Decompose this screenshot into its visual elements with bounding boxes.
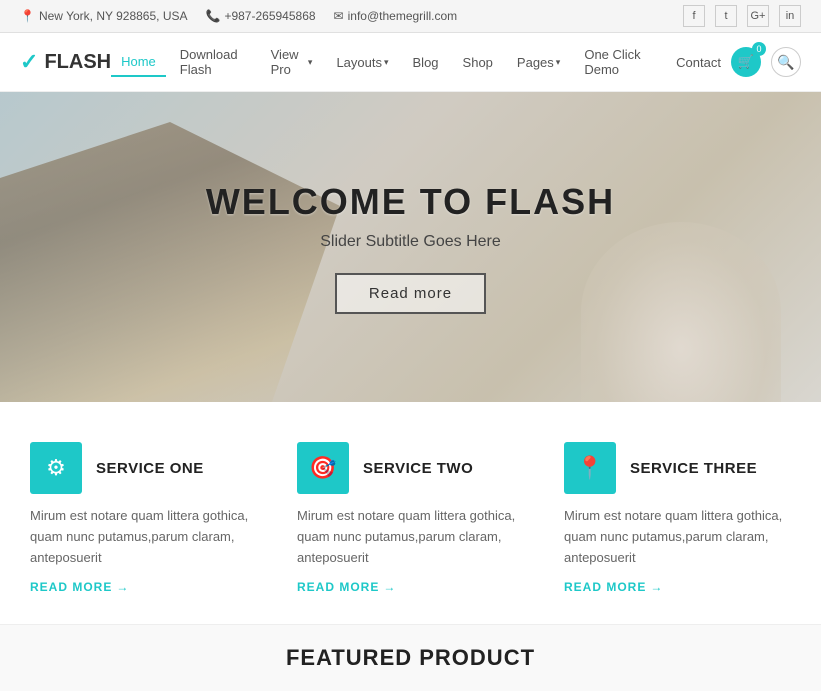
nav-item-download[interactable]: Download Flash: [170, 41, 257, 83]
nav-item-home[interactable]: Home: [111, 48, 166, 77]
hero-section: WELCOME TO FLASH Slider Subtitle Goes He…: [0, 92, 821, 402]
hero-title: WELCOME TO FLASH: [206, 181, 615, 223]
service-link-1[interactable]: READ MORE →: [30, 580, 257, 594]
chevron-down-icon: ▾: [556, 57, 561, 68]
arrow-right-icon: →: [650, 580, 663, 594]
service-desc-1: Mirum est notare quam littera gothica, q…: [30, 506, 257, 568]
topbar-location: 📍 New York, NY 928865, USA: [20, 9, 188, 23]
service-item-1: ⚙ SERVICE ONE Mirum est notare quam litt…: [30, 442, 257, 594]
arrow-right-icon: →: [383, 580, 396, 594]
chevron-down-icon: ▾: [308, 57, 313, 68]
main-nav: Home Download Flash View Pro ▾ Layouts ▾…: [111, 41, 731, 83]
logo[interactable]: ✓ FLASH: [20, 49, 111, 75]
nav-item-pages[interactable]: Pages ▾: [507, 49, 570, 76]
nav-item-layouts[interactable]: Layouts ▾: [326, 49, 398, 76]
cart-badge: 0: [752, 42, 766, 56]
nav-item-oneclickdemo[interactable]: One Click Demo: [574, 41, 662, 83]
service-header-2: 🎯 SERVICE TWO: [297, 442, 524, 494]
hero-content: WELCOME TO FLASH Slider Subtitle Goes He…: [206, 181, 615, 314]
email-icon: ✉: [334, 9, 344, 23]
topbar: 📍 New York, NY 928865, USA 📞 +987-265945…: [0, 0, 821, 33]
topbar-email: ✉ info@themegrill.com: [334, 9, 458, 23]
cart-button[interactable]: 🛒 0: [731, 47, 761, 77]
header: ✓ FLASH Home Download Flash View Pro ▾ L…: [0, 33, 821, 92]
service-link-2[interactable]: READ MORE →: [297, 580, 524, 594]
hero-read-more-button[interactable]: Read more: [335, 273, 486, 314]
search-button[interactable]: 🔍: [771, 47, 801, 77]
featured-section-title: FEATURED PRODUCT: [30, 645, 791, 671]
phone-icon: 📞: [206, 9, 221, 23]
topbar-contact: 📍 New York, NY 928865, USA 📞 +987-265945…: [20, 9, 457, 23]
logo-text: FLASH: [44, 51, 111, 74]
service-header-1: ⚙ SERVICE ONE: [30, 442, 257, 494]
social-links: f t G+ in: [683, 5, 801, 27]
service-header-3: 📍 SERVICE THREE: [564, 442, 791, 494]
topbar-phone: 📞 +987-265945868: [206, 9, 316, 23]
nav-item-blog[interactable]: Blog: [403, 49, 449, 76]
hero-subtitle: Slider Subtitle Goes Here: [206, 233, 615, 251]
service-link-3[interactable]: READ MORE →: [564, 580, 791, 594]
service-desc-3: Mirum est notare quam littera gothica, q…: [564, 506, 791, 568]
header-actions: 🛒 0 🔍: [731, 47, 801, 77]
linkedin-icon[interactable]: in: [779, 5, 801, 27]
service-icon-3: 📍: [564, 442, 616, 494]
nav-item-shop[interactable]: Shop: [453, 49, 503, 76]
arrow-right-icon: →: [116, 580, 129, 594]
location-icon: 📍: [20, 9, 35, 23]
nav-item-viewpro[interactable]: View Pro ▾: [261, 41, 323, 83]
service-title-1: SERVICE ONE: [96, 460, 204, 477]
googleplus-icon[interactable]: G+: [747, 5, 769, 27]
service-icon-1: ⚙: [30, 442, 82, 494]
service-title-2: SERVICE TWO: [363, 460, 473, 477]
service-icon-2: 🎯: [297, 442, 349, 494]
chevron-down-icon: ▾: [384, 57, 389, 68]
service-item-2: 🎯 SERVICE TWO Mirum est notare quam litt…: [297, 442, 524, 594]
twitter-icon[interactable]: t: [715, 5, 737, 27]
service-item-3: 📍 SERVICE THREE Mirum est notare quam li…: [564, 442, 791, 594]
services-section: ⚙ SERVICE ONE Mirum est notare quam litt…: [0, 402, 821, 624]
nav-item-contact[interactable]: Contact: [666, 49, 731, 76]
service-desc-2: Mirum est notare quam littera gothica, q…: [297, 506, 524, 568]
facebook-icon[interactable]: f: [683, 5, 705, 27]
bottom-section: FEATURED PRODUCT: [0, 624, 821, 691]
logo-bird-icon: ✓: [20, 49, 38, 75]
service-title-3: SERVICE THREE: [630, 460, 757, 477]
